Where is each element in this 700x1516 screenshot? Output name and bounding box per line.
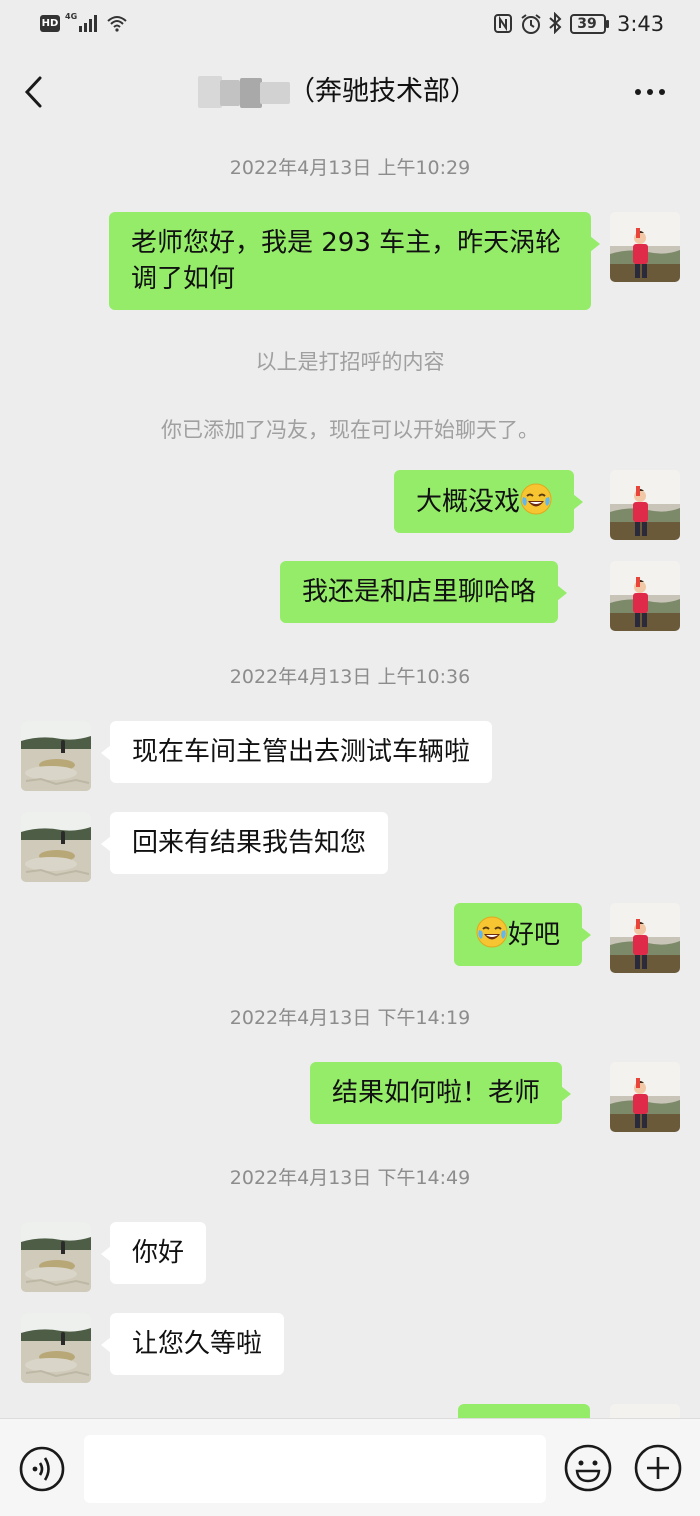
message-bubble-theirs[interactable]: 让您久等啦 <box>100 1313 285 1375</box>
message-text: 好吧 <box>508 920 561 950</box>
my-avatar[interactable] <box>610 903 680 973</box>
timestamp: 2022年4月13日 上午10:36 <box>229 666 471 688</box>
message-text: 你好 <box>132 1238 185 1268</box>
system-message: 以上是打招呼的内容 <box>255 350 445 374</box>
message-bubble-theirs[interactable]: 你好 <box>100 1222 207 1284</box>
contact-avatar[interactable] <box>21 1222 91 1292</box>
plus-icon[interactable] <box>633 1443 683 1493</box>
hd-badge: HD <box>40 15 60 32</box>
message-bubble-theirs[interactable]: 现在车间主管出去测试车辆啦 <box>100 721 493 783</box>
tears-of-joy-emoji-icon <box>476 916 508 948</box>
nfc-icon <box>494 14 512 33</box>
chat-header: （奔驰技术部） <box>0 48 700 136</box>
input-bar <box>0 1418 700 1516</box>
message-text: 现在车间主管出去测试车辆啦 <box>132 737 471 767</box>
message-bubble-mine[interactable]: 好吧 <box>454 903 592 966</box>
message-text: 老师您好，我是 293 车主，昨天涡轮调了如何 <box>131 228 562 294</box>
message-input[interactable] <box>84 1435 546 1503</box>
my-avatar[interactable] <box>610 561 680 631</box>
status-bar: HD 4G 39 3:43 <box>0 0 700 48</box>
chat-title: （奔驰技术部） <box>288 76 477 107</box>
contact-avatar[interactable] <box>21 812 91 882</box>
message-bubble-mine[interactable]: 老师您好，我是 293 车主，昨天涡轮调了如何 <box>109 212 600 310</box>
wifi-icon <box>107 16 127 32</box>
chat-screen: HD 4G 39 3:43 （奔驰技术部） 2022年4月13日 上午10:29… <box>0 0 700 1516</box>
timestamp: 2022年4月13日 下午14:49 <box>229 1167 471 1189</box>
message-bubble-theirs[interactable]: 回来有结果我告知您 <box>100 812 389 874</box>
battery-level: 39 <box>577 16 597 32</box>
my-avatar[interactable] <box>610 212 680 282</box>
message-text: 回来有结果我告知您 <box>132 828 367 858</box>
bluetooth-icon <box>549 12 562 34</box>
status-time: 3:43 <box>617 12 665 36</box>
more-dots-icon[interactable] <box>632 78 668 106</box>
message-text: 让您久等啦 <box>132 1329 263 1359</box>
message-bubble-mine[interactable]: 我还是和店里聊哈咯 <box>280 561 568 623</box>
contact-avatar[interactable] <box>21 1313 91 1383</box>
message-bubble-mine[interactable]: 大概没戏 <box>394 470 584 533</box>
tears-of-joy-emoji-icon <box>520 483 552 515</box>
alarm-icon <box>521 14 541 34</box>
system-message: 你已添加了冯友，现在可以开始聊天了。 <box>161 418 539 442</box>
network-type: 4G <box>65 12 78 21</box>
my-avatar[interactable] <box>610 1062 680 1132</box>
timestamp: 2022年4月13日 上午10:29 <box>229 157 471 179</box>
message-text: 结果如何啦！老师 <box>332 1078 541 1108</box>
contact-avatar[interactable] <box>21 721 91 791</box>
redacted-contact-name <box>198 74 292 110</box>
message-text: 大概没戏 <box>416 487 521 517</box>
chevron-left-icon[interactable] <box>20 74 50 110</box>
signal-icon <box>79 15 97 32</box>
my-avatar[interactable] <box>610 470 680 540</box>
voice-icon[interactable] <box>18 1445 66 1493</box>
smiley-icon[interactable] <box>563 1443 613 1493</box>
message-text: 我还是和店里聊哈咯 <box>302 577 537 607</box>
message-bubble-mine[interactable]: 结果如何啦！老师 <box>310 1062 572 1124</box>
timestamp: 2022年4月13日 下午14:19 <box>229 1007 471 1029</box>
